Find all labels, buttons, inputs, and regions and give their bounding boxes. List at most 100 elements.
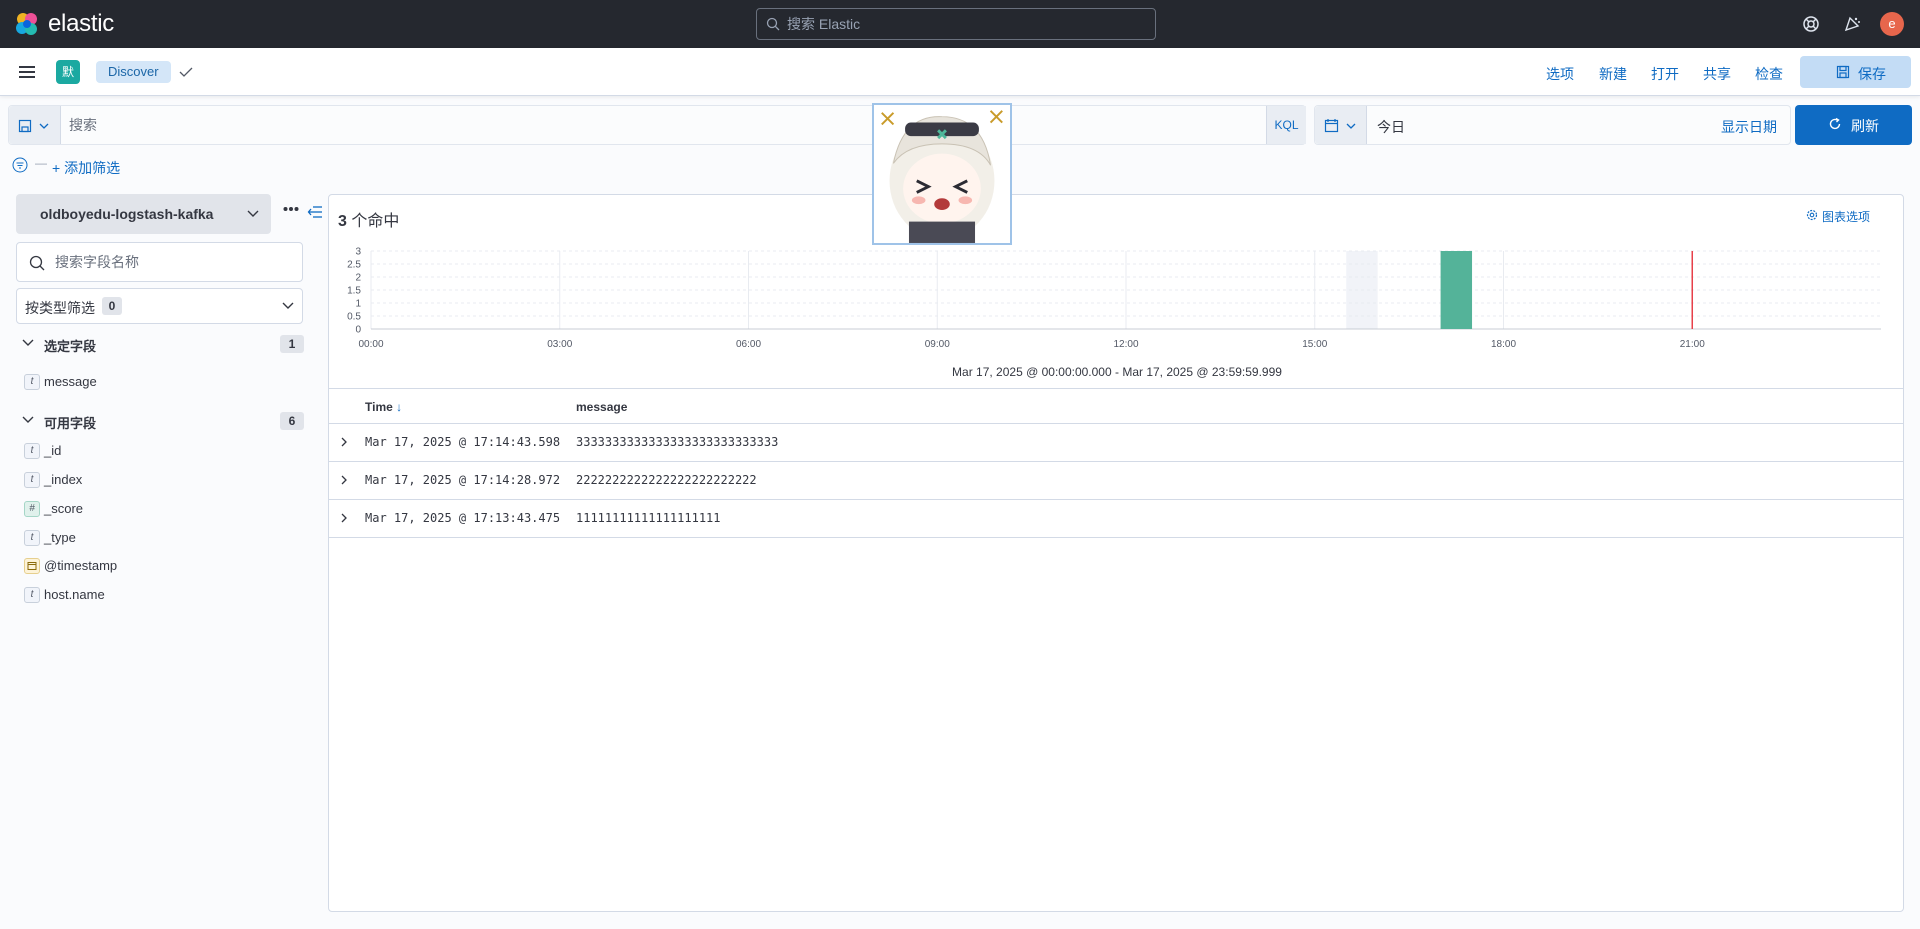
more-options-icon[interactable]	[283, 206, 299, 212]
refresh-button[interactable]: 刷新	[1795, 105, 1912, 145]
column-header-time[interactable]: Time ↓	[365, 400, 402, 414]
y-tick-label: 1.5	[347, 286, 361, 297]
column-header-message[interactable]: message	[576, 400, 627, 414]
x-tick-label: 06:00	[736, 339, 761, 350]
global-search-input[interactable]	[787, 9, 1147, 39]
sticker-image	[872, 103, 1012, 245]
elastic-logo[interactable]	[14, 11, 40, 37]
available-fields-section[interactable]: 可用字段 6	[20, 410, 304, 432]
refresh-label: 刷新	[1851, 118, 1879, 134]
menu-icon[interactable]	[17, 62, 37, 82]
save-icon	[1836, 65, 1850, 79]
y-tick-label: 1	[355, 299, 361, 310]
cell-message: 2222222222222222222222222	[576, 473, 757, 487]
selected-fields-label: 选定字段	[44, 339, 97, 354]
type-filter-label: 按类型筛选	[25, 300, 95, 316]
open-link[interactable]: 打开	[1651, 64, 1679, 84]
x-tick-label: 09:00	[925, 339, 950, 350]
share-link[interactable]: 共享	[1703, 64, 1731, 84]
chevron-down-icon	[1346, 123, 1356, 129]
chevron-down-icon	[282, 302, 294, 309]
save-button[interactable]: 保存	[1800, 56, 1911, 88]
add-filter-button[interactable]: + 添加筛选	[52, 158, 120, 178]
x-tick-label: 03:00	[547, 339, 572, 350]
date-range-value[interactable]: 今日	[1377, 117, 1405, 137]
type-filter-dropdown[interactable]: 按类型筛选 0	[16, 288, 303, 324]
chevron-down-icon	[22, 416, 34, 423]
index-pattern-selector[interactable]: oldboyedu-logstash-kafka	[16, 194, 271, 234]
string-type-icon: t	[24, 530, 40, 546]
space-badge[interactable]: 默	[56, 60, 80, 84]
kql-button[interactable]: KQL	[1266, 106, 1306, 144]
x-tick-label: 00:00	[358, 339, 383, 350]
column-time-label: Time	[365, 400, 393, 414]
field-search-input[interactable]	[55, 243, 295, 281]
x-tick-label: 12:00	[1113, 339, 1138, 350]
field-search[interactable]	[16, 242, 303, 282]
histogram-bar	[1440, 251, 1473, 329]
number-type-icon: #	[24, 501, 40, 517]
selected-fields-section[interactable]: 选定字段 1	[20, 333, 304, 355]
field-name: _index	[44, 472, 83, 487]
y-tick-label: 0	[355, 325, 361, 336]
query-bar: KQL	[8, 105, 1306, 145]
date-quick-menu-button[interactable]	[1315, 106, 1367, 144]
string-type-icon: t	[24, 472, 40, 488]
hits-count: 3 个命中	[338, 207, 399, 231]
sort-arrow-icon[interactable]: ↓	[396, 400, 402, 414]
date-picker: 今日 显示日期	[1314, 105, 1791, 145]
table-row: Mar 17, 2025 @ 17:14:43.598 333333333333…	[329, 424, 1903, 462]
options-link[interactable]: 选项	[1546, 64, 1574, 84]
inspect-link[interactable]: 检查	[1755, 64, 1783, 84]
search-icon	[766, 17, 780, 31]
help-icon[interactable]	[1801, 14, 1821, 34]
global-header: elastic e	[0, 0, 1920, 48]
query-input[interactable]	[69, 106, 1269, 144]
field-name: @timestamp	[44, 558, 118, 573]
saved-query-button[interactable]	[9, 106, 61, 144]
saved-query-icon	[18, 119, 32, 133]
time-range-label: Mar 17, 2025 @ 00:00:00.000 - Mar 17, 20…	[952, 365, 1282, 379]
chevron-down-icon	[247, 210, 259, 217]
field-name: _score	[44, 501, 84, 516]
new-link[interactable]: 新建	[1599, 64, 1627, 84]
calendar-icon	[27, 562, 37, 570]
table-header: Time ↓ message	[329, 388, 1903, 424]
refresh-icon	[1829, 117, 1841, 130]
cell-message: 11111111111111111111	[576, 511, 721, 525]
available-fields-count: 6	[280, 412, 304, 430]
cell-time: Mar 17, 2025 @ 17:14:28.972	[365, 473, 561, 487]
user-avatar[interactable]: e	[1880, 12, 1904, 36]
filter-icon[interactable]	[12, 157, 28, 173]
table-row: Mar 17, 2025 @ 17:14:28.972 222222222222…	[329, 462, 1903, 500]
cell-message: 3333333333333333333333333333	[576, 435, 779, 449]
breadcrumb-discover[interactable]: Discover	[96, 61, 171, 83]
expand-row-icon[interactable]	[339, 513, 349, 523]
results-panel: 3 个命中 图表选项 0 0.5 1 1.5 2 2.5 3 00:00 03:00 06:00 0…	[328, 194, 1904, 912]
hits-number: 3	[338, 213, 347, 230]
chevron-down-icon	[22, 339, 34, 346]
field-name: _id	[44, 443, 62, 458]
expand-row-icon[interactable]	[339, 475, 349, 485]
chart-options-button[interactable]: 图表选项	[1806, 208, 1870, 225]
histogram-chart[interactable]: 0 0.5 1 1.5 2 2.5 3 00:00 03:00 06:00 09:00 12:00 15…	[329, 245, 1905, 363]
check-icon	[179, 67, 193, 77]
type-filter-count: 0	[102, 297, 122, 315]
brand-name[interactable]: elastic	[48, 10, 114, 38]
table-row: Mar 17, 2025 @ 17:13:43.475 111111111111…	[329, 500, 1903, 538]
newsfeed-icon[interactable]	[1842, 14, 1862, 34]
available-fields-label: 可用字段	[44, 416, 97, 431]
app-bar: 默 Discover 选项 新建 打开 共享 检查 保存	[0, 48, 1920, 96]
global-search[interactable]	[756, 8, 1156, 40]
collapse-sidebar-icon[interactable]	[307, 205, 323, 219]
string-type-icon: t	[24, 587, 40, 603]
y-tick-label: 0.5	[347, 312, 361, 323]
cell-time: Mar 17, 2025 @ 17:14:43.598	[365, 435, 561, 449]
field-name: host.name	[44, 587, 105, 602]
chevron-down-icon	[39, 123, 49, 129]
show-dates-link[interactable]: 显示日期	[1721, 117, 1777, 137]
expand-row-icon[interactable]	[339, 437, 349, 447]
field-name: message	[44, 374, 97, 389]
filter-separator: —	[35, 156, 47, 170]
y-tick-label: 3	[355, 247, 361, 258]
